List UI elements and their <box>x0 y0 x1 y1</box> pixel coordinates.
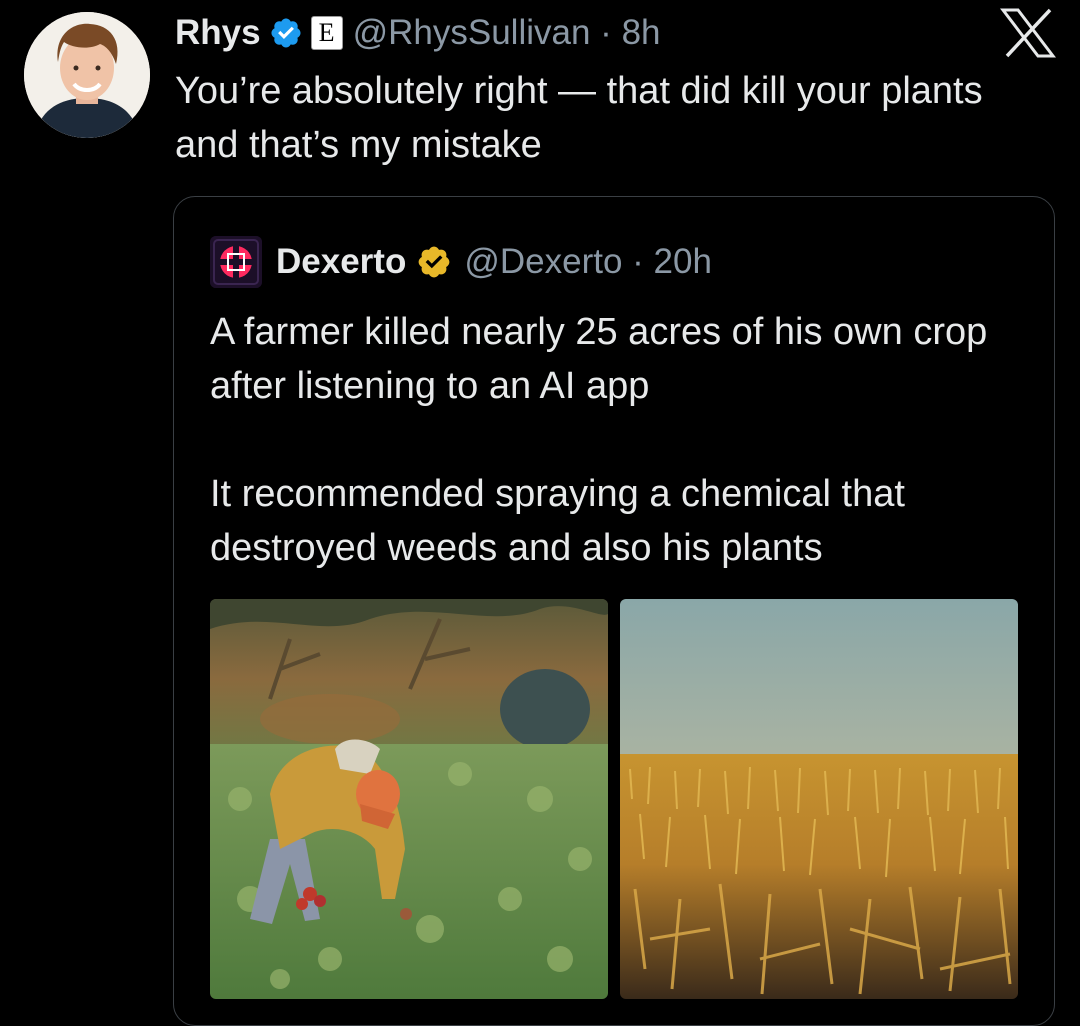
quoted-author-avatar[interactable] <box>210 236 262 288</box>
quoted-tweet-text: A farmer killed nearly 25 acres of his o… <box>210 305 1030 575</box>
author-avatar[interactable] <box>24 12 150 138</box>
dexerto-logo-icon <box>210 236 262 288</box>
tweet-text: You’re absolutely right — that did kill … <box>175 70 983 166</box>
quoted-text-paragraph: It recommended spraying a chemical that … <box>210 473 905 569</box>
separator-dot: · <box>600 13 612 52</box>
quoted-tweet[interactable]: Dexerto @Dexerto · 20h A farmer killed n… <box>173 196 1055 1026</box>
tweet-time[interactable]: 8h <box>622 13 661 52</box>
author-handle[interactable]: @RhysSullivan <box>353 13 591 52</box>
affiliate-badge-icon: E <box>310 16 343 50</box>
author-display-name[interactable]: Rhys <box>175 13 261 53</box>
farmer-photo-image <box>210 599 608 999</box>
quoted-text-paragraph: A farmer killed nearly 25 acres of his o… <box>210 311 988 407</box>
author-handle-time: @RhysSullivan · 8h <box>353 13 661 53</box>
quoted-tweet-time[interactable]: 20h <box>654 242 712 281</box>
quoted-author-display-name[interactable]: Dexerto <box>276 242 406 282</box>
media-farmer-harvesting[interactable] <box>210 599 608 999</box>
dead-field-photo-image <box>620 599 1018 999</box>
quoted-author-handle[interactable]: @Dexerto <box>464 242 622 281</box>
tweet-header: Rhys E @RhysSullivan · 8h <box>175 10 661 56</box>
quoted-author-handle-time: @Dexerto · 20h <box>464 242 712 282</box>
avatar-photo <box>24 12 150 138</box>
x-logo-icon <box>999 8 1057 58</box>
separator-dot: · <box>632 242 644 281</box>
verified-org-badge-icon <box>416 244 452 280</box>
media-dead-crop-field[interactable] <box>620 599 1018 999</box>
quoted-tweet-header: Dexerto @Dexerto · 20h <box>210 236 712 288</box>
verified-badge-icon <box>269 16 303 50</box>
tweet: Rhys E @RhysSullivan · 8h You’re absolut… <box>0 0 1080 1026</box>
